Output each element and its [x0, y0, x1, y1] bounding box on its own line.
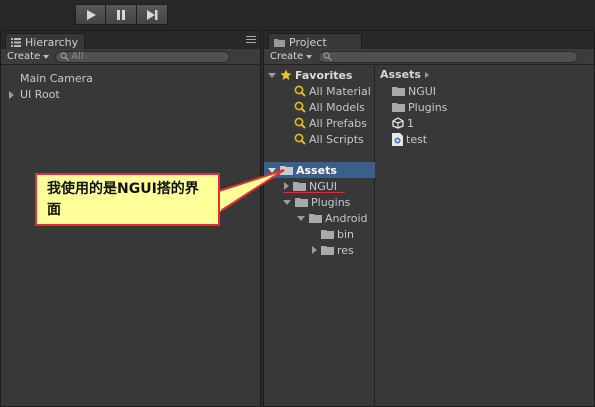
- star-icon: [280, 69, 292, 80]
- step-icon: [147, 9, 158, 20]
- search-icon: [294, 117, 306, 129]
- file-item-ngui[interactable]: NGUI: [392, 83, 436, 99]
- list-icon: [11, 38, 21, 47]
- tree-item-bin[interactable]: bin: [264, 226, 375, 242]
- folder-icon: [309, 214, 322, 223]
- file-item-test[interactable]: test: [392, 131, 427, 147]
- hierarchy-search-input[interactable]: All: [55, 50, 231, 63]
- folder-icon: [392, 87, 405, 96]
- project-folder-tree: Favorites All Material All Models All Pr…: [264, 66, 375, 406]
- file-item-label: NGUI: [408, 84, 437, 98]
- pause-icon: [117, 9, 125, 20]
- hierarchy-item-label: UI Root: [20, 88, 60, 101]
- hierarchy-item-label: Main Camera: [20, 72, 93, 85]
- hierarchy-toolbar: Create All: [1, 49, 260, 65]
- callout-pointer: [218, 169, 285, 214]
- tree-item-label: All Models: [309, 100, 365, 114]
- step-button[interactable]: [137, 4, 168, 25]
- search-icon: [294, 101, 306, 113]
- unity-scene-icon: [392, 117, 404, 129]
- expand-arrow-icon[interactable]: [9, 91, 14, 99]
- hierarchy-create-button[interactable]: Create: [7, 51, 50, 62]
- tree-item-label: bin: [337, 227, 355, 241]
- tree-item-label: Android: [325, 211, 368, 225]
- tree-item-all-scripts[interactable]: All Scripts: [264, 131, 375, 147]
- pause-button[interactable]: [106, 4, 137, 25]
- search-icon: [294, 85, 306, 97]
- hierarchy-search-placeholder: All: [71, 51, 84, 62]
- folder-icon: [321, 246, 334, 255]
- panel-menu-icon[interactable]: [246, 36, 256, 44]
- tree-item-all-models[interactable]: All Models: [264, 99, 375, 115]
- tree-item-label: Favorites: [295, 68, 353, 82]
- project-file-list: Assets NGUI Plugins 1 test: [376, 66, 594, 406]
- breadcrumb[interactable]: Assets: [380, 68, 429, 81]
- tree-item-label: All Scripts: [309, 132, 364, 146]
- folder-icon: [295, 198, 308, 207]
- project-create-button[interactable]: Create: [270, 51, 313, 62]
- folder-icon: [293, 182, 306, 191]
- project-tabstrip: Project: [264, 31, 594, 50]
- dropdown-icon: [306, 54, 313, 59]
- tree-item-label: NGUI: [309, 179, 338, 193]
- folder-icon: [392, 103, 405, 112]
- hierarchy-list: Main Camera UI Root: [9, 71, 93, 103]
- hierarchy-tabstrip: Hierarchy: [1, 31, 260, 50]
- tab-hierarchy-label: Hierarchy: [25, 36, 79, 49]
- project-search-input[interactable]: [318, 50, 579, 63]
- tab-project[interactable]: Project: [268, 33, 362, 50]
- tree-item-label: res: [337, 243, 354, 257]
- search-icon: [60, 52, 70, 61]
- breadcrumb-label: Assets: [380, 68, 421, 81]
- tree-item-all-prefabs[interactable]: All Prefabs: [264, 115, 375, 131]
- csharp-script-icon: [392, 132, 403, 146]
- expand-arrow-icon[interactable]: [312, 246, 317, 254]
- tree-item-label: All Prefabs: [309, 116, 367, 130]
- annotation-callout: 我使用的是NGUI搭的界面: [35, 173, 220, 226]
- project-create-label: Create: [270, 51, 304, 62]
- search-icon: [323, 52, 333, 61]
- project-toolbar: Create: [264, 49, 594, 65]
- hierarchy-item-main-camera[interactable]: Main Camera: [9, 71, 93, 87]
- tab-hierarchy[interactable]: Hierarchy: [5, 33, 86, 50]
- callout-text: 我使用的是NGUI搭的界面: [47, 181, 199, 218]
- tree-item-favorites[interactable]: Favorites: [264, 67, 375, 83]
- folder-icon: [321, 230, 334, 239]
- tree-item-label: Assets: [296, 163, 337, 177]
- breadcrumb-arrow-icon: [424, 71, 429, 78]
- file-item-plugins[interactable]: Plugins: [392, 99, 447, 115]
- project-panel: Project Create Favorites All Material Al…: [263, 30, 595, 407]
- expand-arrow-icon[interactable]: [297, 215, 305, 221]
- file-item-label: Plugins: [408, 100, 448, 114]
- folder-icon: [274, 39, 285, 47]
- play-button[interactable]: [75, 4, 106, 25]
- main-toolbar: [0, 0, 595, 30]
- file-item-label: 1: [407, 116, 414, 130]
- hierarchy-create-label: Create: [7, 51, 41, 62]
- tree-item-label: All Material: [309, 84, 371, 98]
- tab-project-label: Project: [289, 36, 327, 49]
- play-icon: [86, 9, 96, 20]
- file-item-label: test: [406, 132, 428, 146]
- dropdown-icon: [43, 54, 50, 59]
- tree-item-res[interactable]: res: [264, 242, 375, 258]
- file-item-scene[interactable]: 1: [392, 115, 414, 131]
- tree-item-all-material[interactable]: All Material: [264, 83, 375, 99]
- search-icon: [294, 133, 306, 145]
- expand-arrow-icon[interactable]: [268, 72, 276, 78]
- annotation-underline: [283, 192, 345, 193]
- hierarchy-item-ui-root[interactable]: UI Root: [9, 87, 93, 103]
- tree-item-label: Plugins: [311, 195, 351, 209]
- playback-controls: [75, 4, 168, 25]
